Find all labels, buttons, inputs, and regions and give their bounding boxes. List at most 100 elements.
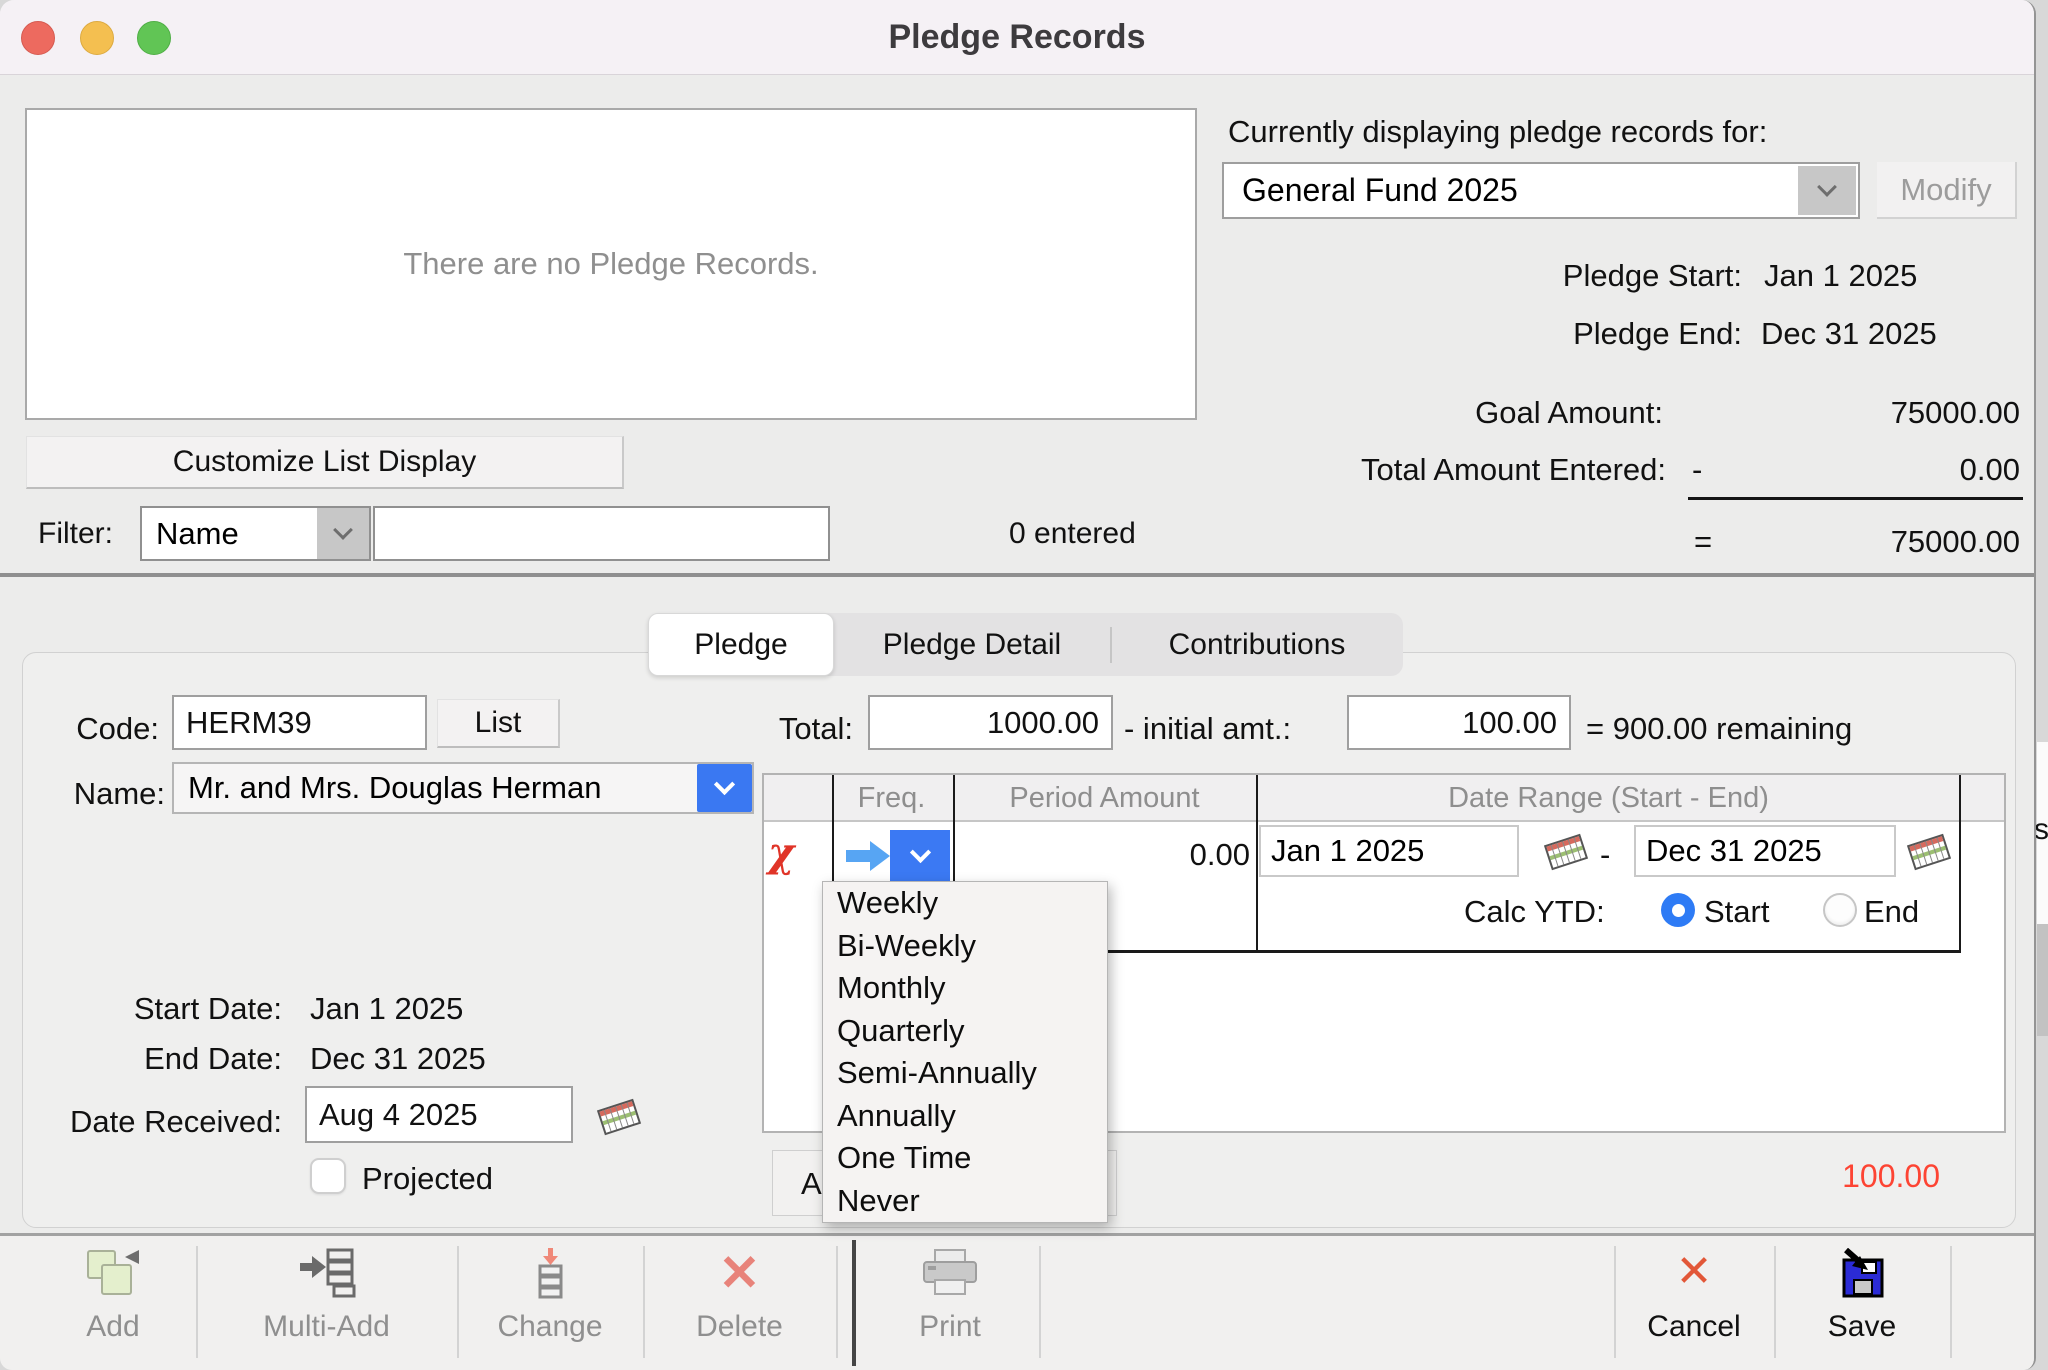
total-field[interactable]: 1000.00 — [868, 695, 1113, 750]
change-icon — [531, 1248, 569, 1310]
displaying-label: Currently displaying pledge records for: — [1228, 113, 1767, 150]
grid-line — [1959, 775, 1961, 953]
fund-dropdown[interactable]: General Fund 2025 — [1222, 162, 1860, 219]
sum-rule — [1688, 497, 2023, 500]
list-button[interactable]: List — [437, 699, 560, 748]
menu-item-monthly[interactable]: Monthly — [823, 967, 1107, 1010]
date-received-label: Date Received: — [40, 1103, 282, 1140]
menu-item-weekly[interactable]: Weekly — [823, 882, 1107, 925]
add-icon — [85, 1248, 141, 1310]
calendar-icon[interactable] — [1904, 831, 1954, 873]
entered-count: 0 entered — [1009, 516, 1136, 552]
menu-item-one-time[interactable]: One Time — [823, 1137, 1107, 1180]
projected-label: Projected — [362, 1160, 493, 1197]
calc-ytd-end-radio[interactable] — [1823, 893, 1857, 927]
pledge-start-label: Pledge Start: — [1360, 257, 1742, 294]
pane-divider — [0, 573, 2036, 577]
toolbar-separator — [1950, 1246, 1952, 1358]
pledge-start-value: Jan 1 2025 — [1764, 257, 1917, 294]
filter-type-dropdown-button[interactable] — [317, 508, 369, 559]
pledge-end-label: Pledge End: — [1360, 315, 1742, 352]
window-title: Pledge Records — [889, 18, 1146, 57]
end-date-label: End Date: — [80, 1040, 282, 1077]
calendar-icon[interactable] — [1541, 831, 1591, 873]
name-dropdown[interactable]: Mr. and Mrs. Douglas Herman — [172, 762, 754, 814]
cancel-button[interactable]: ✕ Cancel — [1614, 1236, 1774, 1370]
freq-arrow-icon — [870, 841, 890, 871]
minimize-window-button[interactable] — [80, 21, 114, 55]
toolbar-separator-dark — [852, 1240, 856, 1366]
toolbar: Add Multi-Add — [0, 1236, 2036, 1370]
end-date-value: Dec 31 2025 — [310, 1040, 486, 1077]
tab-pledge[interactable]: Pledge — [648, 613, 834, 676]
zoom-window-button[interactable] — [137, 21, 171, 55]
date-separator: - — [1600, 836, 1610, 873]
date-end-field[interactable]: Dec 31 2025 — [1634, 825, 1896, 877]
start-date-label: Start Date: — [80, 990, 282, 1027]
save-button[interactable]: Save — [1774, 1236, 1950, 1370]
menu-item-bi-weekly[interactable]: Bi-Weekly — [823, 925, 1107, 968]
calc-ytd-start-label: Start — [1704, 893, 1769, 930]
delete-row-icon[interactable]: χ — [768, 829, 794, 876]
multi-add-icon — [298, 1248, 356, 1310]
fund-dropdown-button[interactable] — [1798, 166, 1856, 215]
pledge-end-value: Dec 31 2025 — [1761, 315, 1937, 352]
clipped-text-fragment: s — [2034, 812, 2048, 848]
column-header-date-range: Date Range (Start - End) — [1258, 782, 1959, 815]
filter-input[interactable] — [373, 506, 830, 561]
name-label: Name: — [40, 775, 165, 812]
customize-list-display-button[interactable]: Customize List Display — [26, 436, 624, 489]
multi-add-button[interactable]: Multi-Add — [196, 1236, 457, 1370]
empty-list-message: There are no Pledge Records. — [403, 246, 818, 282]
print-button[interactable]: Print — [860, 1236, 1040, 1370]
change-button[interactable]: Change — [457, 1236, 643, 1370]
name-value: Mr. and Mrs. Douglas Herman — [174, 764, 697, 812]
code-field[interactable]: HERM39 — [172, 695, 427, 750]
radio-dot — [1672, 904, 1685, 917]
chevron-down-icon — [333, 520, 353, 540]
date-received-field[interactable]: Aug 4 2025 — [305, 1086, 573, 1143]
initial-amt-label: - initial amt.: — [1124, 710, 1291, 747]
chevron-down-icon — [909, 841, 930, 862]
menu-item-quarterly[interactable]: Quarterly — [823, 1010, 1107, 1053]
initial-amt-field[interactable]: 100.00 — [1347, 695, 1571, 750]
goal-amount-value: 75000.00 — [1820, 394, 2020, 431]
name-dropdown-button[interactable] — [697, 764, 752, 812]
frequency-popup-menu: Weekly Bi-Weekly Monthly Quarterly Semi-… — [822, 881, 1108, 1223]
tab-contributions[interactable]: Contributions — [1112, 613, 1402, 676]
column-header-period-amount: Period Amount — [953, 782, 1256, 815]
date-start-field[interactable]: Jan 1 2025 — [1259, 825, 1519, 877]
minus-sign: - — [1692, 451, 1702, 488]
menu-item-annually[interactable]: Annually — [823, 1095, 1107, 1138]
delete-x-icon: ✕ — [719, 1248, 761, 1310]
add-button[interactable]: Add — [30, 1236, 196, 1370]
calendar-icon[interactable] — [594, 1096, 644, 1138]
column-header-freq: Freq. — [832, 782, 951, 815]
period-amount-value[interactable]: 0.00 — [1064, 836, 1250, 873]
total-label: Total: — [730, 710, 853, 747]
remaining-text: = 900.00 remaining — [1586, 710, 1852, 747]
filter-type-dropdown[interactable]: Name — [140, 506, 371, 561]
projected-checkbox[interactable] — [310, 1158, 346, 1194]
initial-amount-display: 100.00 — [1740, 1158, 1940, 1195]
toolbar-separator — [836, 1246, 838, 1358]
close-window-button[interactable] — [21, 21, 55, 55]
pledge-record-list[interactable]: There are no Pledge Records. — [25, 108, 1197, 420]
menu-item-never[interactable]: Never — [823, 1180, 1107, 1223]
save-floppy-icon — [1838, 1248, 1886, 1310]
code-label: Code: — [40, 710, 159, 747]
titlebar: Pledge Records — [0, 0, 2034, 75]
menu-item-semi-annually[interactable]: Semi-Annually — [823, 1052, 1107, 1095]
fund-value: General Fund 2025 — [1224, 164, 1796, 217]
total-entered-value: 0.00 — [1850, 451, 2020, 488]
delete-button[interactable]: ✕ Delete — [643, 1236, 836, 1370]
tab-pledge-detail[interactable]: Pledge Detail — [834, 613, 1110, 676]
modify-button[interactable]: Modify — [1877, 162, 2017, 219]
tab-bar: Pledge Pledge Detail Contributions — [648, 613, 1403, 676]
background-strip — [2036, 0, 2048, 1370]
calc-ytd-start-radio[interactable] — [1661, 893, 1695, 927]
calc-ytd-label: Calc YTD: — [1464, 893, 1605, 930]
cancel-x-icon: ✕ — [1676, 1248, 1713, 1310]
freq-dropdown-button[interactable] — [890, 830, 950, 882]
start-date-value: Jan 1 2025 — [310, 990, 463, 1027]
